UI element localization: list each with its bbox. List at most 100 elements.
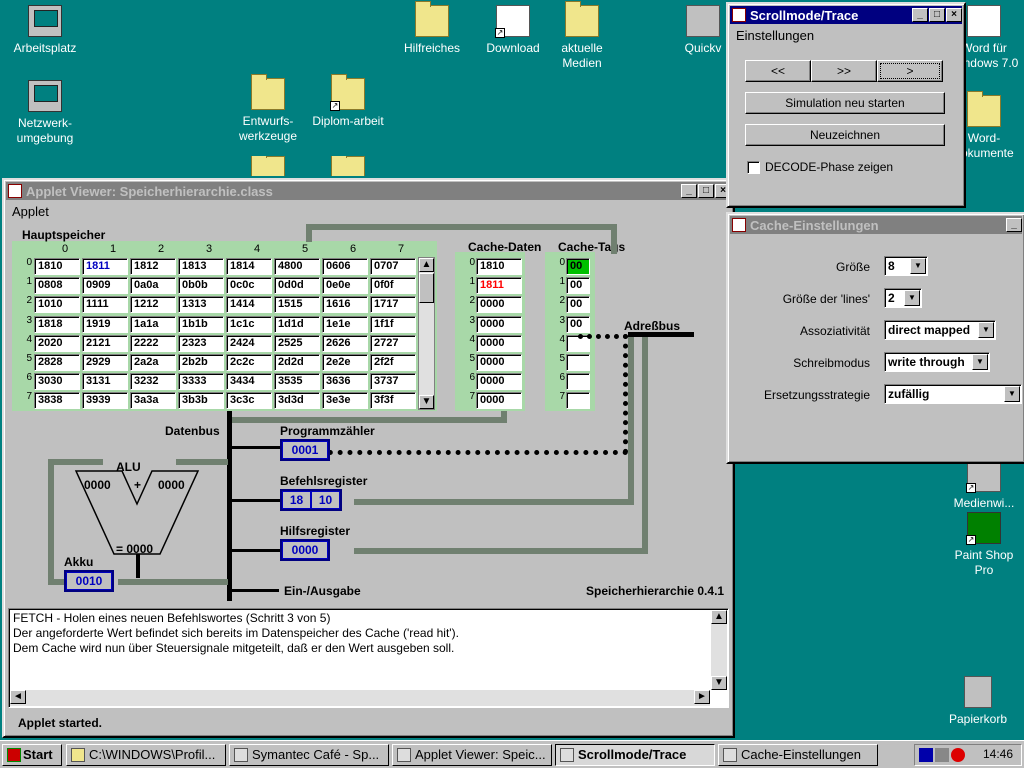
memory-cell[interactable]: 3636 (322, 373, 368, 391)
memory-cell[interactable]: 0606 (322, 258, 368, 275)
chevron-down-icon[interactable]: ▼ (904, 290, 920, 306)
scroll-left-icon[interactable]: ◄ (10, 690, 26, 704)
log-textarea[interactable]: FETCH - Holen eines neuen Befehlswortes … (8, 608, 729, 708)
memory-cell[interactable]: 2222 (130, 334, 176, 352)
cache-tag-cell[interactable] (566, 373, 590, 391)
cache-tag-cell[interactable] (566, 392, 590, 410)
task-applet-viewer[interactable]: Applet Viewer: Speic... (392, 744, 552, 766)
cache-data-cell[interactable]: 0000 (476, 296, 522, 314)
memory-cell[interactable]: 1515 (274, 296, 320, 314)
memory-cell[interactable]: 1313 (178, 296, 224, 314)
download-icon[interactable]: ↗ Download (473, 5, 553, 56)
memory-cell[interactable]: 1717 (370, 296, 416, 314)
ersetzung-select[interactable]: zufällig ▼ (884, 384, 1022, 404)
scroll-right-icon[interactable]: ► (694, 690, 710, 704)
memory-cell[interactable]: 0f0f (370, 277, 416, 295)
cache-data-cell[interactable]: 0000 (476, 354, 522, 371)
memory-cell[interactable]: 1e1e (322, 315, 368, 333)
memory-cell[interactable]: 1d1d (274, 315, 320, 333)
einstellungen-menu[interactable]: Einstellungen (728, 26, 964, 45)
scrollmode-titlebar[interactable]: Scrollmode/Trace _ □ × (730, 6, 962, 24)
memory-cell[interactable]: 2727 (370, 334, 416, 352)
memory-cell[interactable]: 3232 (130, 373, 176, 391)
memory-cell[interactable]: 1b1b (178, 315, 224, 333)
memory-cell[interactable]: 0707 (370, 258, 416, 275)
scroll-down-icon[interactable]: ▼ (419, 395, 434, 409)
memory-cell[interactable]: 2626 (322, 334, 368, 352)
memory-cell[interactable]: 2e2e (322, 354, 368, 371)
quickview-icon[interactable]: Quickv (678, 5, 728, 56)
memory-cell[interactable]: 1818 (34, 315, 80, 333)
minimize-button[interactable]: _ (912, 8, 928, 22)
memory-cell[interactable]: 3d3d (274, 392, 320, 410)
cache-tag-cell[interactable]: 00 (566, 258, 590, 275)
applet-menu[interactable]: Applet (4, 202, 733, 221)
memory-cell[interactable]: 3131 (82, 373, 128, 391)
memory-cell[interactable]: 3c3c (226, 392, 272, 410)
scroll-down-icon[interactable]: ▼ (711, 676, 727, 690)
step-forward-button[interactable]: > (877, 60, 943, 82)
memory-cell[interactable]: 0909 (82, 277, 128, 295)
memory-cell[interactable]: 3f3f (370, 392, 416, 410)
memory-cell[interactable]: 2c2c (226, 354, 272, 371)
memory-cell[interactable]: 1111 (82, 296, 128, 314)
tray-icon[interactable] (919, 748, 933, 762)
memory-cell[interactable]: 2424 (226, 334, 272, 352)
memory-cell[interactable]: 1f1f (370, 315, 416, 333)
cache-tag-cell[interactable]: 00 (566, 277, 590, 295)
memory-cell[interactable]: 1814 (226, 258, 272, 275)
memory-cell[interactable]: 1812 (130, 258, 176, 275)
cache-data-cell[interactable]: 1811 (476, 277, 522, 295)
memory-cell[interactable]: 0d0d (274, 277, 320, 295)
cache-tag-cell[interactable] (566, 354, 590, 371)
clock[interactable]: 14:46 (983, 747, 1013, 761)
memory-cell[interactable]: 3838 (34, 392, 80, 410)
cache-tag-cell[interactable]: 00 (566, 296, 590, 314)
entwurfswerkzeuge-icon[interactable]: Entwurfs-werkzeuge (228, 74, 308, 144)
memory-cell[interactable]: 1616 (322, 296, 368, 314)
memory-cell[interactable]: 1919 (82, 315, 128, 333)
cache-data-cell[interactable]: 0000 (476, 315, 522, 333)
memory-cell[interactable]: 1212 (130, 296, 176, 314)
chevron-down-icon[interactable]: ▼ (978, 322, 994, 338)
redraw-button[interactable]: Neuzeichnen (745, 124, 945, 146)
memory-cell[interactable]: 1010 (34, 296, 80, 314)
memory-cell[interactable]: 3030 (34, 373, 80, 391)
minimize-button[interactable]: _ (681, 184, 697, 198)
netzwerkumgebung-icon[interactable]: Netzwerk-umgebung (5, 80, 85, 146)
memory-cell[interactable]: 2929 (82, 354, 128, 371)
scroll-up-icon[interactable]: ▲ (419, 258, 434, 272)
close-button[interactable]: × (946, 8, 962, 22)
memory-cell[interactable]: 1810 (34, 258, 80, 275)
memory-cell[interactable]: 2323 (178, 334, 224, 352)
paintshop-icon[interactable]: ↗ Paint Shop Pro (944, 512, 1024, 578)
memory-cell[interactable]: 4800 (274, 258, 320, 275)
scroll-thumb[interactable] (419, 273, 434, 303)
task-scrollmode[interactable]: Scrollmode/Trace (555, 744, 715, 766)
cache-data-cell[interactable]: 1810 (476, 258, 522, 275)
task-windows-profil[interactable]: C:\WINDOWS\Profil... (66, 744, 226, 766)
memory-cell[interactable]: 2d2d (274, 354, 320, 371)
memory-cell[interactable]: 1414 (226, 296, 272, 314)
memory-cell[interactable]: 3a3a (130, 392, 176, 410)
diplomarbeit-icon[interactable]: ↗ Diplom-arbeit (308, 74, 388, 129)
memory-cell[interactable]: 2525 (274, 334, 320, 352)
hilfreiches-icon[interactable]: Hilfreiches (392, 1, 472, 56)
maximize-button[interactable]: □ (929, 8, 945, 22)
memory-scrollbar[interactable]: ▲ ▼ (418, 257, 435, 410)
chevron-down-icon[interactable]: ▼ (1004, 386, 1020, 402)
lines-select[interactable]: 2 ▼ (884, 288, 922, 308)
memory-cell[interactable]: 3737 (370, 373, 416, 391)
schreibmodus-select[interactable]: write through ▼ (884, 352, 990, 372)
memory-cell[interactable]: 2121 (82, 334, 128, 352)
memory-cell[interactable]: 2b2b (178, 354, 224, 371)
volume-icon[interactable] (935, 748, 949, 762)
cache-data-cell[interactable]: 0000 (476, 373, 522, 391)
cache-data-cell[interactable]: 0000 (476, 334, 522, 352)
memory-cell[interactable]: 3535 (274, 373, 320, 391)
task-symantec-cafe[interactable]: Symantec Café - Sp... (229, 744, 389, 766)
memory-cell[interactable]: 3939 (82, 392, 128, 410)
memory-cell[interactable]: 3b3b (178, 392, 224, 410)
memory-cell[interactable]: 0a0a (130, 277, 176, 295)
minimize-button[interactable]: _ (1006, 218, 1022, 232)
